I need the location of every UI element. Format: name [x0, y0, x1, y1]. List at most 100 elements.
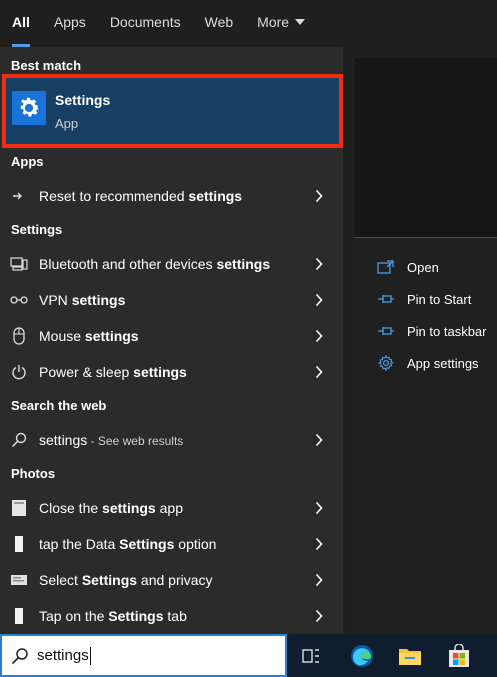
photo-thumbnail-icon: [9, 570, 29, 590]
photo-thumbnail-icon: [9, 534, 29, 554]
result-label-bold: settings: [216, 256, 271, 272]
section-search-web: Search the web: [11, 398, 107, 413]
reset-icon: [9, 186, 29, 206]
gear-icon: [377, 354, 395, 372]
result-label-pre: Close the: [39, 500, 103, 516]
result-label-bold: Settings: [108, 608, 164, 624]
taskbar-search-box[interactable]: settings: [0, 634, 287, 677]
action-pin-taskbar[interactable]: Pin to taskbar: [377, 319, 487, 343]
open-icon: [377, 260, 394, 274]
section-photos: Photos: [11, 466, 56, 481]
result-label-pre: Reset to recommended: [39, 188, 189, 204]
web-hint: - See web results: [87, 434, 184, 448]
pin-icon: [378, 327, 394, 335]
taskbar: settings: [0, 634, 497, 677]
tab-documents[interactable]: Documents: [98, 0, 193, 47]
section-best-match: Best match: [11, 58, 82, 73]
power-icon: [9, 362, 29, 382]
tab-documents-label: Documents: [109, 14, 181, 30]
action-open-label: Open: [407, 259, 439, 275]
result-label-bold: Settings: [81, 572, 138, 588]
result-label-pre: Select: [39, 572, 82, 588]
result-label-pre: tap the Data: [39, 536, 120, 552]
vpn-icon: [9, 290, 29, 310]
tab-all-label: All: [12, 14, 30, 30]
search-icon: [9, 430, 29, 450]
action-pin-start-label: Pin to Start: [407, 291, 472, 307]
file-explorer-icon[interactable]: [396, 642, 424, 670]
tab-more-label: More: [257, 14, 290, 30]
result-label-pre: Mouse: [39, 328, 85, 344]
best-match-title: Settings: [55, 92, 111, 108]
result-label-post: option: [174, 536, 217, 552]
tab-all[interactable]: All: [0, 0, 42, 47]
result-label-bold: settings: [84, 328, 139, 344]
result-photo-close-settings[interactable]: Close the settings app: [0, 490, 343, 526]
tab-more[interactable]: More: [245, 0, 317, 47]
chevron-right-icon[interactable]: [315, 573, 323, 587]
best-match-subtitle: App: [55, 116, 79, 131]
result-photo-settings-privacy[interactable]: Select Settings and privacy: [0, 562, 343, 598]
tab-apps-label: Apps: [53, 14, 86, 30]
best-match-settings-app[interactable]: Settings App: [2, 74, 343, 148]
chevron-right-icon[interactable]: [315, 329, 323, 343]
result-vpn-settings[interactable]: VPN settings: [0, 282, 343, 318]
mouse-icon: [9, 326, 29, 346]
chevron-right-icon[interactable]: [315, 537, 323, 551]
chevron-right-icon[interactable]: [315, 501, 323, 515]
tab-apps[interactable]: Apps: [42, 0, 98, 47]
result-label-bold: settings: [133, 364, 187, 380]
chevron-right-icon[interactable]: [315, 257, 323, 271]
chevron-right-icon[interactable]: [315, 189, 323, 203]
result-photo-data-settings[interactable]: tap the Data Settings option: [0, 526, 343, 562]
result-label-post: app: [155, 500, 183, 516]
photo-thumbnail-icon: [9, 498, 29, 518]
divider: [355, 237, 497, 238]
tab-web[interactable]: Web: [193, 0, 246, 47]
result-label-pre: Power & sleep: [39, 364, 134, 380]
result-power-sleep-settings[interactable]: Power & sleep settings: [0, 354, 343, 390]
result-label-pre: VPN: [39, 292, 72, 308]
action-open[interactable]: Open: [377, 255, 439, 279]
action-app-settings[interactable]: App settings: [377, 351, 479, 375]
result-label-bold: settings: [188, 188, 243, 204]
result-reset-settings[interactable]: Reset to recommended settings: [0, 178, 343, 214]
action-pin-start[interactable]: Pin to Start: [377, 287, 471, 311]
edge-browser-icon[interactable]: [348, 642, 376, 670]
result-mouse-settings[interactable]: Mouse settings: [0, 318, 343, 354]
preview-area: [355, 58, 497, 237]
pin-icon: [378, 295, 394, 303]
tab-web-label: Web: [204, 14, 234, 30]
result-bluetooth-settings[interactable]: Bluetooth and other devices settings: [0, 246, 343, 282]
result-label-post: tab: [163, 608, 187, 624]
result-web-search[interactable]: settings - See web results: [0, 422, 343, 458]
chevron-right-icon[interactable]: [315, 365, 323, 379]
web-query: settings: [39, 432, 88, 448]
section-apps: Apps: [11, 154, 44, 169]
preview-panel: Open Pin to Start Pin to taskbar App set…: [355, 58, 497, 634]
task-view-icon[interactable]: [297, 642, 325, 670]
text-cursor: [89, 646, 91, 665]
search-input[interactable]: settings: [37, 647, 89, 664]
chevron-right-icon[interactable]: [315, 293, 323, 307]
search-icon: [11, 647, 28, 664]
search-scope-tabs: All Apps Documents Web More: [0, 0, 497, 47]
result-label-post: and privacy: [137, 572, 213, 588]
result-label-pre: Tap on the: [39, 608, 109, 624]
photo-thumbnail-icon: [9, 606, 29, 626]
action-app-settings-label: App settings: [407, 355, 479, 371]
chevron-right-icon[interactable]: [315, 433, 323, 447]
section-settings: Settings: [11, 222, 63, 237]
chevron-right-icon[interactable]: [315, 609, 323, 623]
result-label-pre: Bluetooth and other devices: [39, 256, 217, 272]
result-label-bold: Settings: [119, 536, 175, 552]
chevron-down-icon: [295, 19, 306, 26]
action-pin-taskbar-label: Pin to taskbar: [407, 323, 487, 339]
result-label-bold: settings: [102, 500, 156, 516]
result-label-bold: settings: [71, 292, 126, 308]
result-photo-settings-tab[interactable]: Tap on the Settings tab: [0, 598, 343, 634]
settings-gear-icon: [12, 91, 46, 125]
results-panel: Best match Settings App Apps Reset to re…: [0, 47, 343, 634]
devices-icon: [9, 254, 29, 274]
microsoft-store-icon[interactable]: [445, 642, 473, 670]
